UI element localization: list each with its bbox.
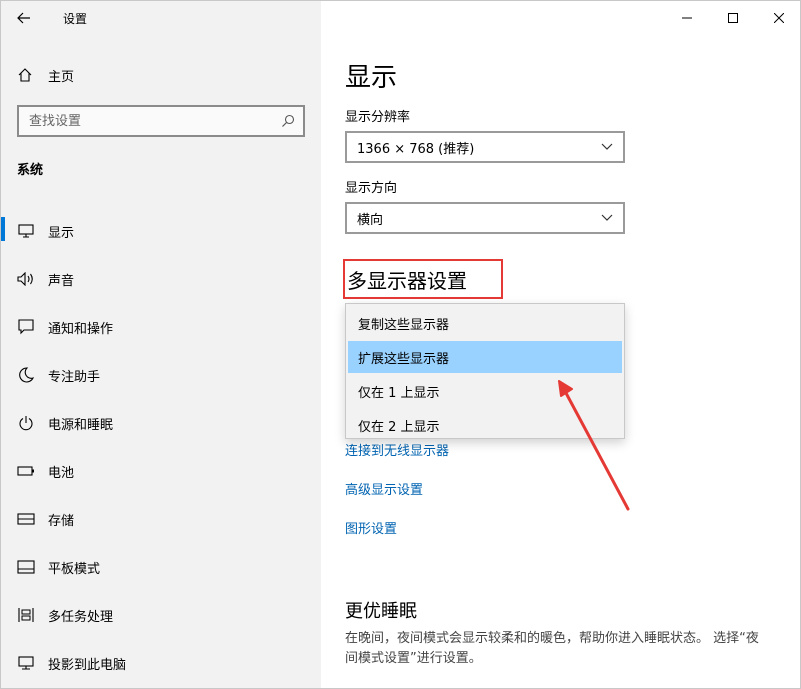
window-title: 设置 (63, 11, 88, 26)
message-icon (16, 317, 36, 337)
orientation-label: 显示方向 (345, 181, 398, 196)
search-box[interactable] (17, 105, 305, 137)
menu-item-duplicate[interactable]: 复制这些显示器 (346, 307, 624, 339)
sidebar-item-tablet-mode[interactable]: 平板模式 (1, 543, 321, 591)
sidebar-item-label: 主页 (48, 69, 75, 85)
link-advanced-display[interactable]: 高级显示设置 (345, 479, 423, 498)
battery-icon (16, 461, 36, 481)
power-icon (16, 413, 36, 433)
home-icon (16, 66, 34, 84)
sidebar-item-label: 平板模式 (48, 561, 101, 577)
back-arrow-icon (17, 12, 30, 24)
link-wireless-display[interactable]: 连接到无线显示器 (345, 440, 449, 459)
search-input[interactable] (19, 112, 271, 130)
project-icon (16, 653, 36, 673)
page-title: 显示 (345, 63, 398, 93)
sleep-description: 在晚间，夜间模式会显示较柔和的暖色，帮助你进入睡眠状态。 选择“夜间模式设置”进… (345, 631, 759, 666)
orientation-dropdown[interactable]: 横向 (345, 202, 625, 234)
settings-window: 设置 主页 系统 (0, 0, 801, 689)
sidebar-nav: 显示 声音 通知和操作 专注助手 电源和睡眠 电池 存储 平板模式 多任务处理 … (1, 207, 321, 687)
window-controls (664, 1, 800, 35)
title-bar: 设置 (1, 1, 321, 35)
chevron-down-icon (601, 214, 613, 221)
menu-item-extend[interactable]: 扩展这些显示器 (348, 341, 622, 373)
tablet-icon (16, 557, 36, 577)
multitask-icon (16, 605, 36, 625)
sidebar-item-project-to-pc[interactable]: 投影到此电脑 (1, 639, 321, 687)
sidebar-item-label: 通知和操作 (48, 321, 114, 337)
monitor-icon (16, 221, 36, 241)
menu-item-only-1[interactable]: 仅在 1 上显示 (346, 375, 624, 407)
sidebar-item-multitasking[interactable]: 多任务处理 (1, 591, 321, 639)
sidebar-item-power-sleep[interactable]: 电源和睡眠 (1, 399, 321, 447)
search-icon (281, 113, 295, 132)
sleep-heading: 更优睡眠 (345, 601, 417, 622)
sidebar-item-label: 投影到此电脑 (48, 657, 127, 673)
sidebar-item-label: 多任务处理 (48, 609, 114, 625)
sidebar-item-label: 电池 (48, 465, 75, 481)
resolution-label: 显示分辨率 (345, 110, 411, 125)
close-icon (774, 13, 784, 23)
chevron-down-icon (601, 143, 613, 150)
moon-icon (16, 365, 36, 385)
multi-display-heading: 多显示器设置 (343, 259, 503, 299)
maximize-button[interactable] (710, 1, 756, 35)
sidebar-item-label: 专注助手 (48, 369, 101, 385)
resolution-value: 1366 × 768 (推荐) (357, 141, 475, 157)
sidebar-item-label: 电源和睡眠 (48, 417, 114, 433)
link-graphics-settings[interactable]: 图形设置 (345, 518, 397, 537)
main-content: 显示 显示分辨率 1366 × 768 (推荐) 显示方向 横向 多显示器设置 … (321, 1, 800, 688)
storage-icon (16, 509, 36, 529)
sidebar-item-home[interactable]: 主页 (1, 59, 321, 91)
maximize-icon (728, 13, 738, 23)
sidebar-item-label: 声音 (48, 273, 75, 289)
sidebar: 设置 主页 系统 (1, 1, 321, 688)
sidebar-item-focus-assist[interactable]: 专注助手 (1, 351, 321, 399)
sidebar-item-storage[interactable]: 存储 (1, 495, 321, 543)
orientation-value: 横向 (357, 212, 384, 228)
close-button[interactable] (756, 1, 800, 35)
speaker-icon (16, 269, 36, 289)
section-title: 系统 (17, 163, 44, 178)
sidebar-item-notifications[interactable]: 通知和操作 (1, 303, 321, 351)
sidebar-item-sound[interactable]: 声音 (1, 255, 321, 303)
back-button[interactable] (1, 1, 47, 35)
minimize-button[interactable] (664, 1, 710, 35)
menu-item-only-2[interactable]: 仅在 2 上显示 (346, 409, 624, 441)
resolution-dropdown[interactable]: 1366 × 768 (推荐) (345, 131, 625, 163)
sidebar-item-battery[interactable]: 电池 (1, 447, 321, 495)
multi-display-menu: 复制这些显示器 扩展这些显示器 仅在 1 上显示 仅在 2 上显示 (345, 303, 625, 439)
sidebar-item-label: 存储 (48, 513, 75, 529)
minimize-icon (682, 17, 692, 19)
sidebar-item-display[interactable]: 显示 (1, 207, 321, 255)
sidebar-item-label: 显示 (48, 225, 75, 241)
